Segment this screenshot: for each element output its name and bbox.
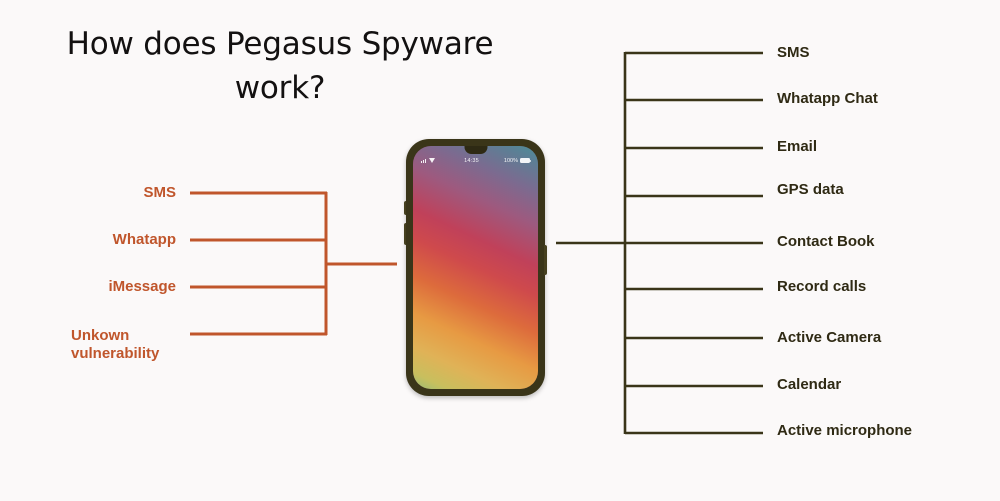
exfiltration-label-calendar: Calendar — [777, 376, 842, 393]
infection-label-sms: SMS — [143, 184, 176, 201]
infection-label-whatapp: Whatapp — [112, 231, 176, 248]
exfiltration-label-email: Email — [777, 138, 818, 155]
status-bar-left-group — [421, 158, 435, 163]
infection-label-imessage: iMessage — [108, 278, 176, 295]
phone-volume-down-button — [404, 223, 406, 245]
exfiltration-label-gps-data: GPS data — [777, 181, 844, 198]
exfiltration-label-record-calls: Record calls — [777, 278, 867, 295]
smartphone-illustration: 14:35 100% — [404, 139, 547, 396]
signal-bars-icon — [421, 158, 426, 163]
status-bar-clock: 14:35 — [464, 157, 479, 164]
exfiltration-label-sms: SMS — [777, 44, 810, 61]
pegasus-spyware-infographic: How does Pegasus Spyware work? SMS Whata… — [0, 0, 1000, 501]
battery-full-icon — [520, 158, 531, 163]
exfiltration-label-active-camera: Active Camera — [777, 329, 882, 346]
status-bar-right-group: 100% — [503, 157, 531, 164]
exfiltration-label-active-microphone: Active microphone — [777, 422, 913, 439]
wallpaper-gradient — [413, 146, 538, 389]
exfiltration-label-whatapp-chat: Whatapp Chat — [777, 90, 878, 107]
phone-power-button — [544, 245, 547, 275]
phone-status-bar: 14:35 100% — [413, 154, 538, 167]
page-title: How does Pegasus Spyware work? — [66, 26, 494, 106]
notch-icon — [464, 146, 487, 154]
wifi-icon — [429, 158, 435, 163]
phone-screen: 14:35 100% — [413, 146, 538, 389]
phone-volume-up-button — [404, 201, 406, 215]
infection-label-unknown-vulnerability: Unkown vulnerability — [71, 327, 160, 362]
exfiltration-label-contact-book: Contact Book — [777, 233, 875, 250]
battery-percent-label: 100% — [503, 157, 518, 164]
